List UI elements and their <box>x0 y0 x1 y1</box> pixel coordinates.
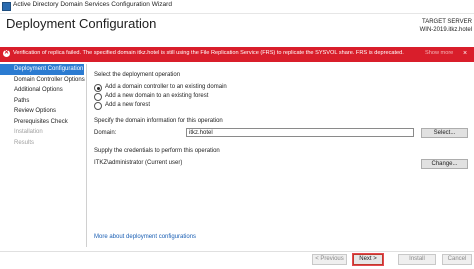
domain-heading: Specify the domain information for this … <box>94 118 223 124</box>
nav-item-review-options[interactable]: Review Options <box>0 106 84 117</box>
nav-item-paths[interactable]: Paths <box>0 96 84 107</box>
target-server-info: TARGET SERVER WIN-2019.itkz.hotel <box>420 18 472 34</box>
nav-item-additional-options[interactable]: Additional Options <box>0 85 84 96</box>
change-credentials-button[interactable]: Change... <box>421 159 468 169</box>
nav-divider <box>86 64 87 247</box>
previous-button[interactable]: < Previous <box>312 254 347 265</box>
radio-label-add-dc-existing-domain[interactable]: Add a domain controller to an existing d… <box>105 84 227 90</box>
page-title: Deployment Configuration <box>6 16 157 31</box>
credentials-heading: Supply the credentials to perform this o… <box>94 148 220 154</box>
domain-input[interactable]: itkz.hotel <box>186 128 414 137</box>
radio-add-domain-existing-forest[interactable] <box>94 93 102 101</box>
nav-item-installation: Installation <box>14 129 43 135</box>
target-server-name: WIN-2019.itkz.hotel <box>419 27 472 33</box>
close-banner-button[interactable]: × <box>463 49 467 58</box>
wizard-nav: Deployment Configuration Domain Controll… <box>0 64 85 148</box>
show-more-link[interactable]: Show more <box>425 50 453 56</box>
error-message: Verification of replica failed. The spec… <box>13 50 404 56</box>
nav-item-prerequisites-check[interactable]: Prerequisites Check <box>0 117 84 128</box>
radio-add-dc-existing-domain[interactable] <box>94 84 102 92</box>
credentials-value: ITKZ\administrator (Current user) <box>94 160 183 166</box>
ad-wizard-icon <box>2 2 11 11</box>
select-domain-button[interactable]: Select... <box>421 128 468 138</box>
nav-item-results: Results <box>14 139 35 146</box>
more-about-deployment-link[interactable]: More about deployment configurations <box>94 234 196 240</box>
operation-heading: Select the deployment operation <box>94 72 181 78</box>
radio-label-add-domain-existing-forest[interactable]: Add a new domain to an existing forest <box>105 93 208 99</box>
domain-label: Domain: <box>94 130 117 136</box>
title-bar: Active Directory Domain Services Configu… <box>0 0 474 14</box>
radio-add-new-forest[interactable] <box>94 102 102 110</box>
next-button[interactable]: Next > <box>352 253 384 266</box>
nav-item-domain-controller-options[interactable]: Domain Controller Options <box>0 75 85 86</box>
main-content: Select the deployment operation Add a do… <box>94 64 470 254</box>
window-title: Active Directory Domain Services Configu… <box>13 1 172 8</box>
radio-label-add-new-forest[interactable]: Add a new forest <box>105 102 150 108</box>
error-banner: ✕ Verification of replica failed. The sp… <box>0 47 474 62</box>
footer-divider <box>0 251 474 252</box>
cancel-button[interactable]: Cancel <box>442 254 472 265</box>
error-icon: ✕ <box>3 50 10 57</box>
nav-item-deployment-configuration[interactable]: Deployment Configuration <box>0 64 84 75</box>
target-server-label: TARGET SERVER <box>421 19 472 25</box>
install-button[interactable]: Install <box>398 254 436 265</box>
